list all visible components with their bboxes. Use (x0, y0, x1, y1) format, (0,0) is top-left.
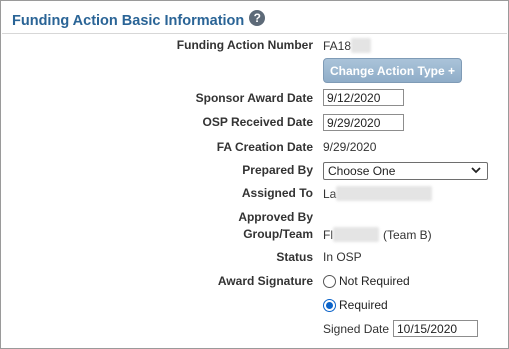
sponsor-award-date-label: Sponsor Award Date (195, 91, 313, 105)
prepared-by-select[interactable]: Choose One (323, 162, 488, 180)
prepared-by-label: Prepared By (242, 163, 313, 177)
row-osp-received-date: OSP Received Date (1, 111, 508, 133)
change-action-type-button[interactable]: Change Action Type + (323, 58, 462, 83)
award-signature-label: Award Signature (217, 274, 313, 288)
signed-date-input[interactable] (393, 320, 478, 337)
section-header: Funding Action Basic Information ? (12, 10, 266, 31)
assigned-to-value: La (323, 186, 433, 201)
funding-action-number-value: FA18 (323, 38, 372, 53)
sponsor-award-date-input[interactable] (323, 89, 404, 106)
row-assigned-to: Assigned To La (1, 182, 508, 204)
row-status: Status In OSP (1, 246, 508, 268)
group-team-label: Group/Team (243, 227, 313, 241)
status-value: In OSP (323, 250, 362, 264)
redacted-mask (333, 227, 379, 242)
fa-creation-date-value: 9/29/2020 (323, 140, 377, 154)
radio-button-checked[interactable] (323, 298, 336, 312)
radio-required-label[interactable]: Required (339, 298, 388, 312)
row-group-team: Group/Team Fl (Team B) (1, 223, 508, 245)
funding-action-number-label: Funding Action Number (176, 38, 313, 52)
status-label: Status (276, 250, 313, 264)
row-award-signature: Award Signature (1, 270, 508, 292)
row-fa-creation-date: FA Creation Date 9/29/2020 (1, 136, 508, 158)
radio-not-required-label[interactable]: Not Required (339, 274, 410, 288)
redacted-mask (336, 186, 433, 201)
radio-required[interactable]: Required (323, 298, 388, 312)
fa-creation-date-label: FA Creation Date (216, 140, 313, 154)
radio-button[interactable] (323, 274, 336, 288)
osp-received-date-label: OSP Received Date (202, 115, 313, 129)
chevron-down-icon (471, 167, 481, 174)
row-funding-action-number: Funding Action Number FA18 (1, 34, 508, 56)
signed-date-label: Signed Date (323, 322, 390, 336)
osp-received-date-input[interactable] (323, 114, 404, 131)
funding-action-panel: Funding Action Basic Information ? Fundi… (0, 0, 509, 349)
radio-not-required[interactable]: Not Required (323, 274, 410, 288)
row-sponsor-award-date: Sponsor Award Date (1, 87, 508, 109)
section-title: Funding Action Basic Information (12, 13, 245, 29)
redacted-mask (351, 38, 372, 53)
assigned-to-label: Assigned To (241, 186, 313, 200)
help-icon[interactable]: ? (249, 10, 266, 26)
prepared-by-selected: Choose One (328, 164, 396, 178)
approved-by-label: Approved By (238, 210, 313, 224)
group-team-value: Fl (Team B) (323, 227, 432, 242)
